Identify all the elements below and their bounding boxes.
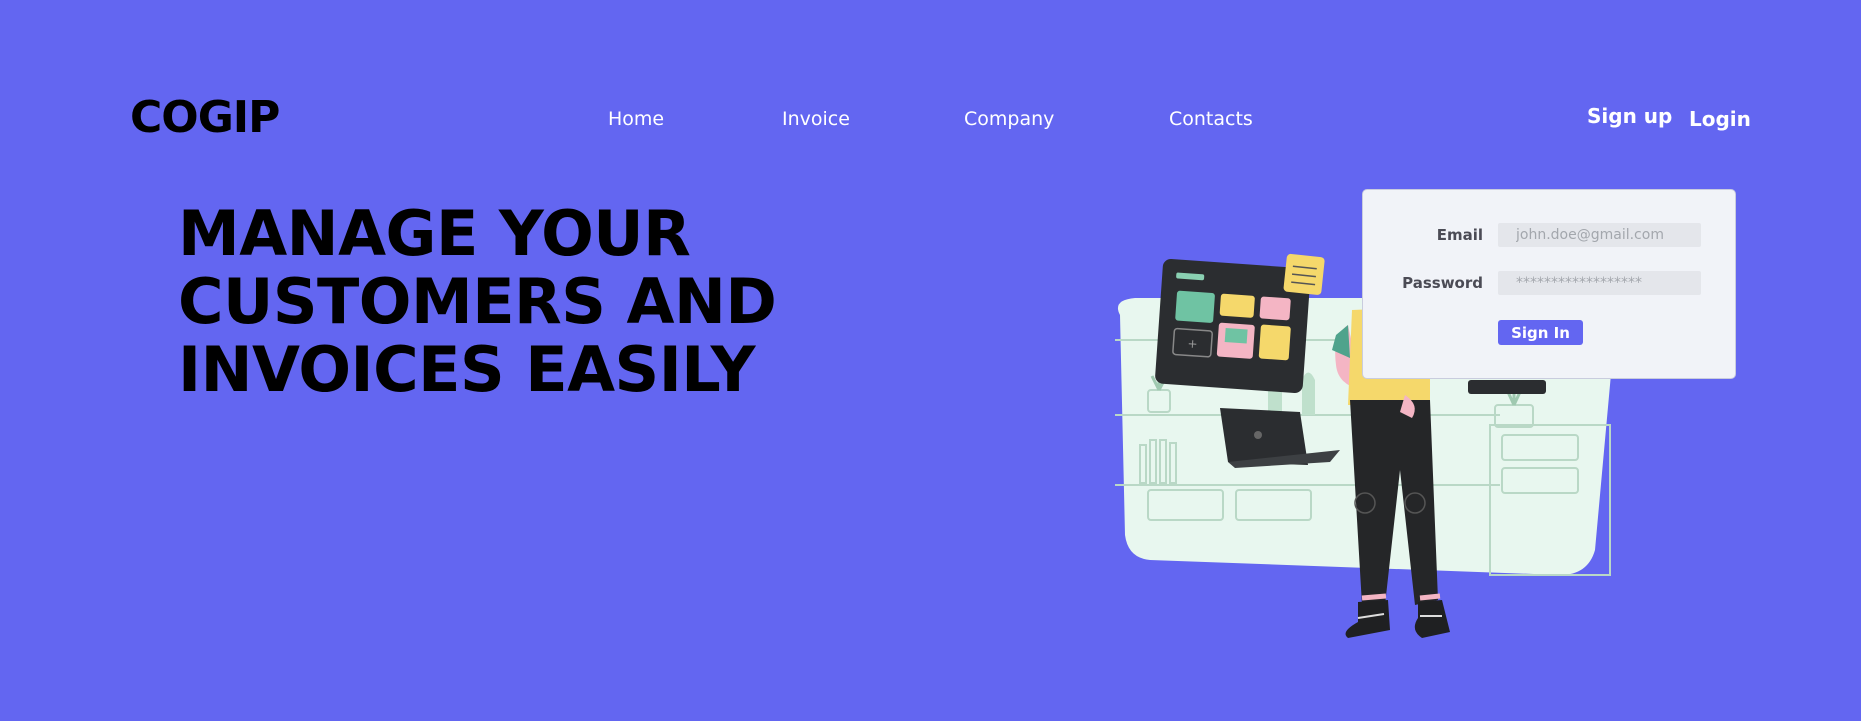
hero-line-3: INVOICES EASILY: [178, 333, 756, 406]
hero-headline: MANAGE YOUR CUSTOMERS AND INVOICES EASIL…: [178, 200, 798, 404]
brand-logo[interactable]: COGIP: [130, 92, 280, 143]
monitor-edge: [1468, 380, 1546, 394]
login-form: Email Password Sign In: [1363, 190, 1735, 378]
password-field[interactable]: [1498, 271, 1701, 295]
hero-line-1: MANAGE YOUR: [178, 197, 691, 270]
nav-invoice-link[interactable]: Invoice: [782, 108, 850, 130]
signup-link[interactable]: Sign up: [1587, 104, 1672, 128]
svg-text:+: +: [1187, 336, 1198, 351]
nav-home-link[interactable]: Home: [608, 108, 664, 130]
vase: [1302, 372, 1315, 415]
password-label: Password: [1402, 274, 1483, 292]
hero-line-2: CUSTOMERS AND: [178, 265, 777, 338]
email-field[interactable]: [1498, 223, 1701, 247]
sticky-note: [1283, 253, 1325, 295]
email-label: Email: [1436, 226, 1483, 244]
sign-in-button[interactable]: Sign In: [1498, 320, 1583, 345]
login-link[interactable]: Login: [1689, 107, 1751, 131]
nav-company-link[interactable]: Company: [964, 108, 1054, 130]
nav-contacts-link[interactable]: Contacts: [1169, 108, 1253, 130]
